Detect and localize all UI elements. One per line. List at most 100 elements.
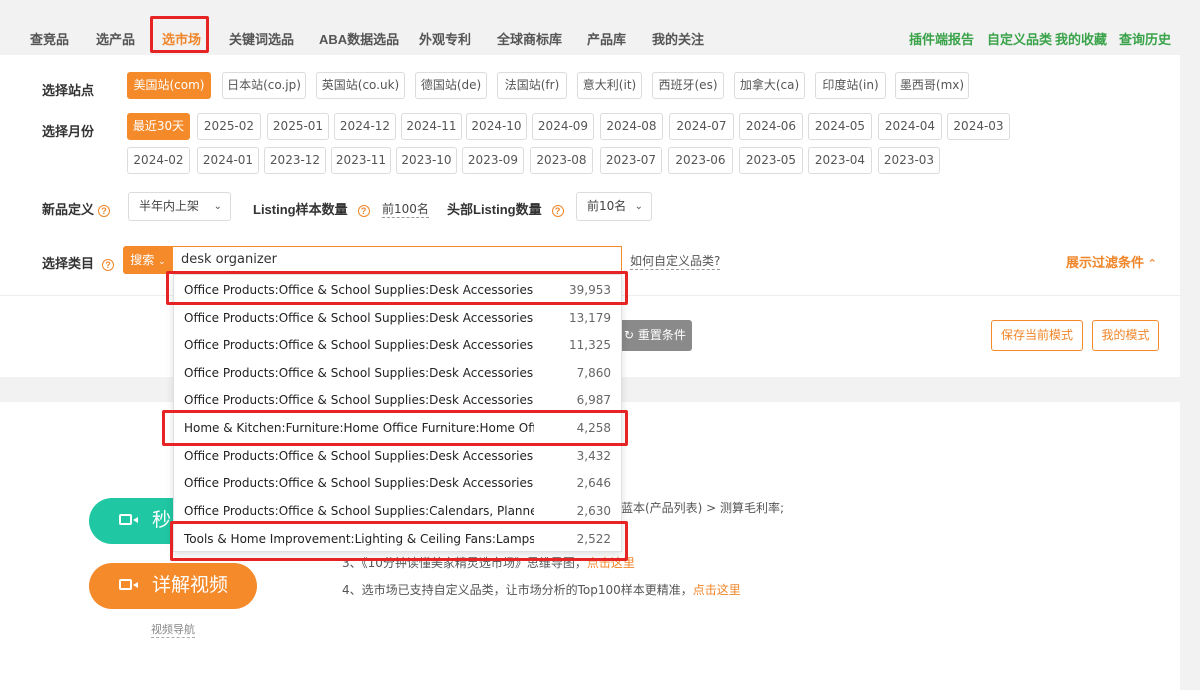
- top-listing-value: 前10名: [587, 199, 627, 213]
- month-pill[interactable]: 2023-10: [396, 147, 457, 174]
- new-def-value: 半年内上架: [139, 199, 200, 213]
- site-jp[interactable]: 日本站(co.jp): [222, 72, 306, 99]
- dropdown-option[interactable]: Office Products:Office & School Supplies…: [174, 359, 623, 387]
- tab-competitors[interactable]: 查竞品: [30, 29, 69, 48]
- tab-market[interactable]: 选市场: [162, 29, 201, 48]
- option-count: 4,258: [576, 421, 611, 435]
- site-de[interactable]: 德国站(de): [415, 72, 487, 99]
- help-icon[interactable]: ?: [357, 204, 370, 217]
- expand-filters-toggle[interactable]: 展示过滤条件 ⌃: [1066, 252, 1157, 271]
- option-name: Office Products:Office & School Supplies…: [184, 283, 534, 297]
- site-es[interactable]: 西班牙(es): [652, 72, 724, 99]
- link-plugin-report[interactable]: 插件端报告: [909, 29, 974, 48]
- custom-category-help-link[interactable]: 如何自定义品类?: [630, 252, 721, 270]
- new-def-label-text: 新品定义: [42, 202, 95, 217]
- month-pill[interactable]: 2023-06: [668, 147, 733, 174]
- tab-products[interactable]: 选产品: [96, 29, 135, 48]
- dropdown-option[interactable]: Home & Kitchen:Furniture:Home Office Fur…: [174, 414, 623, 442]
- tip-3-text: 3、《10分钟读懂美家精灵选市场》思维导图，: [342, 556, 587, 570]
- link-query-history[interactable]: 查询历史: [1119, 29, 1171, 48]
- month-pill[interactable]: 2024-06: [739, 113, 803, 140]
- month-pill[interactable]: 2023-07: [600, 147, 662, 174]
- search-type-button[interactable]: 搜索 ⌄: [123, 246, 173, 274]
- month-pill[interactable]: 2024-02: [127, 147, 190, 174]
- tip-3-link[interactable]: 点击这里: [587, 556, 635, 570]
- month-pill[interactable]: 最近30天: [127, 113, 190, 140]
- site-fr[interactable]: 法国站(fr): [497, 72, 567, 99]
- tip-3: 3、《10分钟读懂美家精灵选市场》思维导图，点击这里: [342, 554, 635, 571]
- listing-sample-label: Listing样本数量?: [253, 199, 370, 218]
- dropdown-option[interactable]: Office Products:Office & School Supplies…: [174, 442, 623, 470]
- tip-4-link[interactable]: 点击这里: [693, 583, 741, 597]
- video-nav-link[interactable]: 视频导航: [151, 621, 195, 638]
- dropdown-option[interactable]: Office Products:Office & School Supplies…: [174, 497, 623, 525]
- option-count: 7,860: [576, 366, 611, 380]
- month-pill[interactable]: 2023-05: [739, 147, 803, 174]
- month-pill[interactable]: 2023-09: [462, 147, 524, 174]
- option-name: Office Products:Office & School Supplies…: [184, 366, 534, 380]
- link-my-favorites[interactable]: 我的收藏: [1055, 29, 1107, 48]
- site-mx[interactable]: 墨西哥(mx): [895, 72, 969, 99]
- option-count: 3,432: [576, 449, 611, 463]
- dropdown-option[interactable]: Office Products:Office & School Supplies…: [174, 386, 623, 414]
- dropdown-option[interactable]: Office Products:Office & School Supplies…: [174, 304, 623, 332]
- option-count: 39,953: [569, 283, 611, 297]
- my-mode-button[interactable]: 我的模式: [1092, 320, 1159, 351]
- month-pill[interactable]: 2025-01: [267, 113, 329, 140]
- month-pill[interactable]: 2024-05: [808, 113, 872, 140]
- tab-product-library[interactable]: 产品库: [587, 29, 626, 48]
- dropdown-option[interactable]: Tools & Home Improvement:Lighting & Ceil…: [174, 525, 623, 553]
- month-pill[interactable]: 2024-07: [669, 113, 734, 140]
- option-name: Office Products:Office & School Supplies…: [184, 476, 534, 490]
- new-def-select[interactable]: 半年内上架 ⌄: [128, 192, 231, 221]
- help-icon[interactable]: ?: [102, 258, 115, 271]
- option-count: 13,179: [569, 311, 611, 325]
- help-icon[interactable]: ?: [98, 204, 111, 217]
- month-pill[interactable]: 2024-09: [532, 113, 594, 140]
- site-ca[interactable]: 加拿大(ca): [734, 72, 805, 99]
- month-pill[interactable]: 2024-03: [947, 113, 1010, 140]
- site-uk[interactable]: 英国站(co.uk): [316, 72, 405, 99]
- month-pill[interactable]: 2024-11: [401, 113, 462, 140]
- listing-sample-value[interactable]: 前100名: [382, 200, 429, 218]
- month-pill[interactable]: 2023-08: [530, 147, 593, 174]
- month-pill[interactable]: 2023-03: [878, 147, 940, 174]
- option-name: Office Products:Office & School Supplies…: [184, 504, 534, 518]
- tab-keyword-selection[interactable]: 关键词选品: [229, 29, 294, 48]
- dropdown-option[interactable]: Office Products:Office & School Supplies…: [174, 469, 623, 497]
- listing-sample-label-text: Listing样本数量: [253, 202, 348, 217]
- month-pill[interactable]: 2024-10: [466, 113, 527, 140]
- video-button-2[interactable]: 详解视频: [89, 563, 257, 609]
- tab-aba-selection[interactable]: ABA数据选品: [319, 29, 399, 48]
- save-mode-button[interactable]: 保存当前模式: [991, 320, 1083, 351]
- category-search-input[interactable]: desk organizer: [173, 246, 622, 274]
- site-us[interactable]: 美国站(com): [127, 72, 211, 99]
- tab-design-patent[interactable]: 外观专利: [419, 29, 471, 48]
- month-pill[interactable]: 2025-02: [197, 113, 261, 140]
- month-pill[interactable]: 2023-11: [331, 147, 391, 174]
- month-pill[interactable]: 2023-04: [808, 147, 872, 174]
- site-in[interactable]: 印度站(in): [815, 72, 886, 99]
- help-icon[interactable]: ?: [551, 204, 564, 217]
- tab-trademark[interactable]: 全球商标库: [497, 29, 562, 48]
- chevron-down-icon: ⌄: [634, 201, 643, 212]
- month-pill[interactable]: 2024-12: [334, 113, 396, 140]
- month-pill[interactable]: 2024-08: [600, 113, 663, 140]
- tab-my-follow[interactable]: 我的关注: [652, 29, 704, 48]
- category-label: 选择类目?: [42, 253, 115, 272]
- option-count: 2,522: [576, 532, 611, 546]
- category-label-text: 选择类目: [42, 256, 95, 271]
- link-custom-category[interactable]: 自定义品类: [987, 29, 1052, 48]
- top-listing-select[interactable]: 前10名 ⌄: [576, 192, 652, 221]
- category-dropdown: Office Products:Office & School Supplies…: [173, 274, 622, 552]
- month-pill[interactable]: 2024-01: [197, 147, 259, 174]
- dropdown-option[interactable]: Office Products:Office & School Supplies…: [174, 331, 623, 359]
- dropdown-option[interactable]: Office Products:Office & School Supplies…: [174, 276, 623, 304]
- chevron-down-icon: ⌄: [213, 201, 222, 212]
- site-it[interactable]: 意大利(it): [577, 72, 642, 99]
- month-pill[interactable]: 2023-12: [264, 147, 326, 174]
- chevron-up-icon: ⌃: [1147, 258, 1157, 270]
- month-pill[interactable]: 2024-04: [878, 113, 942, 140]
- option-name: Office Products:Office & School Supplies…: [184, 338, 534, 352]
- video-camera-icon: [119, 579, 138, 590]
